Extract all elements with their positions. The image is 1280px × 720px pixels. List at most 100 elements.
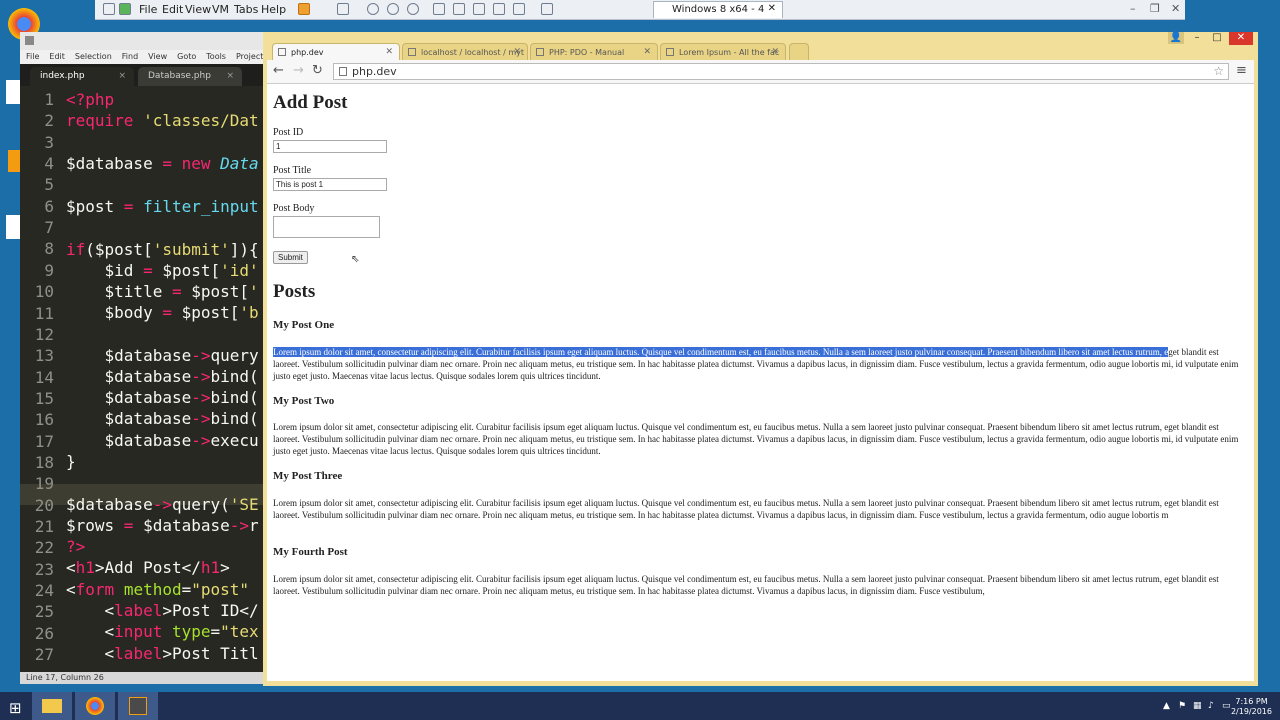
code-line: <form method="post" (66, 580, 250, 599)
post-body-textarea[interactable] (273, 216, 380, 238)
sublime-menu-find[interactable]: Find (122, 52, 138, 61)
php-icon (536, 48, 544, 56)
close-icon[interactable]: ✕ (768, 3, 776, 14)
close-icon[interactable]: ✕ (513, 47, 521, 57)
line-number: 26 (34, 623, 54, 643)
post-body: Lorem ipsum dolor sit amet, consectetur … (273, 574, 1219, 596)
line-number: 8 (44, 239, 54, 259)
vm-menu-tabs[interactable]: Tabs (234, 3, 258, 16)
line-number: 23 (34, 559, 54, 579)
sublime-text-window: File Edit Selection Find View Goto Tools Projec… (20, 32, 263, 684)
unity-icon[interactable] (493, 3, 505, 15)
line-number: 19 (34, 474, 54, 494)
sublime-icon (129, 697, 147, 715)
desktop-app-icon[interactable] (8, 150, 20, 172)
code-line: <h1>Add Post</h1> (66, 558, 230, 577)
code-line: <label>Post Titl (66, 644, 259, 663)
status-bar: Line 17, Column 26 (20, 672, 263, 684)
close-icon[interactable]: × (118, 71, 126, 81)
keyboard-icon[interactable]: ▭ (1222, 701, 1231, 711)
close-icon[interactable]: ✕ (771, 47, 779, 57)
menu-icon[interactable]: ≡ (1236, 63, 1247, 78)
minimize-icon[interactable]: – (1189, 32, 1205, 44)
vmware-menubar: File Edit View VM Tabs Help Windows 8 x6… (95, 0, 1185, 20)
snapshot-icon[interactable] (367, 3, 379, 15)
post-title-input[interactable]: This is post 1 (273, 178, 387, 191)
vm-menu-edit[interactable]: Edit (162, 3, 183, 16)
maximize-icon[interactable]: □ (1209, 32, 1225, 44)
line-number: 11 (34, 303, 54, 323)
post-id-input[interactable]: 1 (273, 140, 387, 153)
chrome-tab-phpmyadmin[interactable]: localhost / localhost / myt ✕ (402, 43, 528, 60)
sublime-menu-selection[interactable]: Selection (75, 52, 112, 61)
sublime-menu-file[interactable]: File (26, 52, 39, 61)
vm-menu-file[interactable]: File (139, 3, 157, 16)
chrome-tab-php-dev[interactable]: php.dev ✕ (272, 43, 400, 61)
close-window-icon[interactable]: ✕ (1229, 32, 1253, 45)
new-tab-button[interactable] (789, 43, 809, 60)
close-icon[interactable]: ✕ (385, 47, 393, 57)
desktop-file-icon[interactable] (6, 80, 20, 104)
sublime-tab-database[interactable]: Database.php × (138, 67, 242, 86)
address-bar[interactable]: php.dev ☆ (333, 63, 1229, 80)
sublime-menu-tools[interactable]: Tools (206, 52, 226, 61)
bookmark-star-icon[interactable]: ☆ (1213, 64, 1224, 78)
maximize-icon[interactable]: ❐ (1150, 2, 1160, 15)
profile-icon[interactable]: 👤 (1168, 32, 1184, 44)
line-number: 16 (34, 410, 54, 430)
vm-tab[interactable]: Windows 8 x64 - 4 ✕ (653, 1, 783, 18)
vmware-app-icon (119, 3, 131, 15)
minimize-icon[interactable]: – (1130, 2, 1136, 15)
code-line: $database->query (66, 346, 259, 365)
vm-menu-help[interactable]: Help (261, 3, 286, 16)
forward-icon[interactable]: → (293, 63, 304, 78)
code-editor[interactable]: 1 2 3 4 5 6 7 8 9 10 11 12 13 14 15 16 17 18 19 20 21 22 23 24 2… (20, 88, 263, 673)
pause-icon[interactable] (298, 3, 310, 15)
close-window-icon[interactable]: ✕ (1171, 2, 1180, 15)
sublime-tab-index[interactable]: index.php × (30, 67, 134, 86)
chrome-tab-lorem-ipsum[interactable]: Lorem Ipsum - All the fac ✕ (660, 43, 786, 60)
tray-arrow-icon[interactable]: ▲ (1163, 701, 1170, 711)
sublime-menu-edit[interactable]: Edit (49, 52, 65, 61)
home-tab-icon[interactable] (541, 3, 553, 15)
post-body: Lorem ipsum dolor sit amet, consectetur … (273, 422, 1239, 456)
vm-menu-view[interactable]: View (185, 3, 211, 16)
close-icon[interactable]: × (226, 71, 234, 81)
tab-label: localhost / localhost / myt (421, 48, 525, 57)
vm-tab-label: Windows 8 x64 - 4 (672, 4, 765, 15)
reload-icon[interactable]: ↻ (312, 63, 323, 78)
system-clock[interactable]: 7:16 PM 2/19/2016 (1231, 697, 1272, 717)
code-line: $rows = $database->r (66, 516, 259, 535)
volume-icon[interactable]: ♪ (1208, 701, 1214, 711)
chrome-toolbar: ← → ↻ php.dev ☆ ≡ (267, 60, 1254, 84)
back-icon[interactable]: ← (273, 63, 284, 78)
snapshot-manager-icon[interactable] (407, 3, 419, 15)
chrome-taskbar-button[interactable] (75, 692, 115, 720)
send-keys-icon[interactable] (337, 3, 349, 15)
library-icon[interactable] (513, 3, 525, 15)
chrome-tab-pdo-manual[interactable]: PHP: PDO - Manual ✕ (530, 43, 658, 60)
file-explorer-button[interactable] (32, 692, 72, 720)
sublime-taskbar-button[interactable] (118, 692, 158, 720)
sublime-menu-project[interactable]: Project (236, 52, 263, 61)
line-number: 22 (34, 538, 54, 558)
chrome-icon (86, 697, 104, 715)
line-number: 21 (34, 517, 54, 536)
line-number: 1 (44, 90, 54, 109)
view-thumbnail-icon[interactable] (453, 3, 465, 15)
posts-heading: Posts (273, 281, 316, 302)
windows-taskbar: ⊞ ▲ ⚑ ▦ ♪ ▭ 7:16 PM 2/19/2016 (0, 692, 1280, 720)
snapshot-revert-icon[interactable] (387, 3, 399, 15)
line-number: 15 (34, 388, 54, 408)
vm-menu-vm[interactable]: VM (212, 3, 229, 16)
chrome-tabstrip: php.dev ✕ localhost / localhost / myt ✕ … (263, 32, 1258, 61)
desktop-file-icon[interactable] (6, 215, 20, 239)
sublime-menu-goto[interactable]: Goto (177, 52, 196, 61)
view-console-icon[interactable] (433, 3, 445, 15)
network-icon[interactable]: ▦ (1193, 701, 1202, 711)
flag-icon[interactable]: ⚑ (1178, 701, 1186, 711)
fullscreen-icon[interactable] (473, 3, 485, 15)
close-icon[interactable]: ✕ (643, 47, 651, 57)
sublime-menu-view[interactable]: View (148, 52, 167, 61)
submit-button[interactable]: Submit (273, 251, 308, 264)
